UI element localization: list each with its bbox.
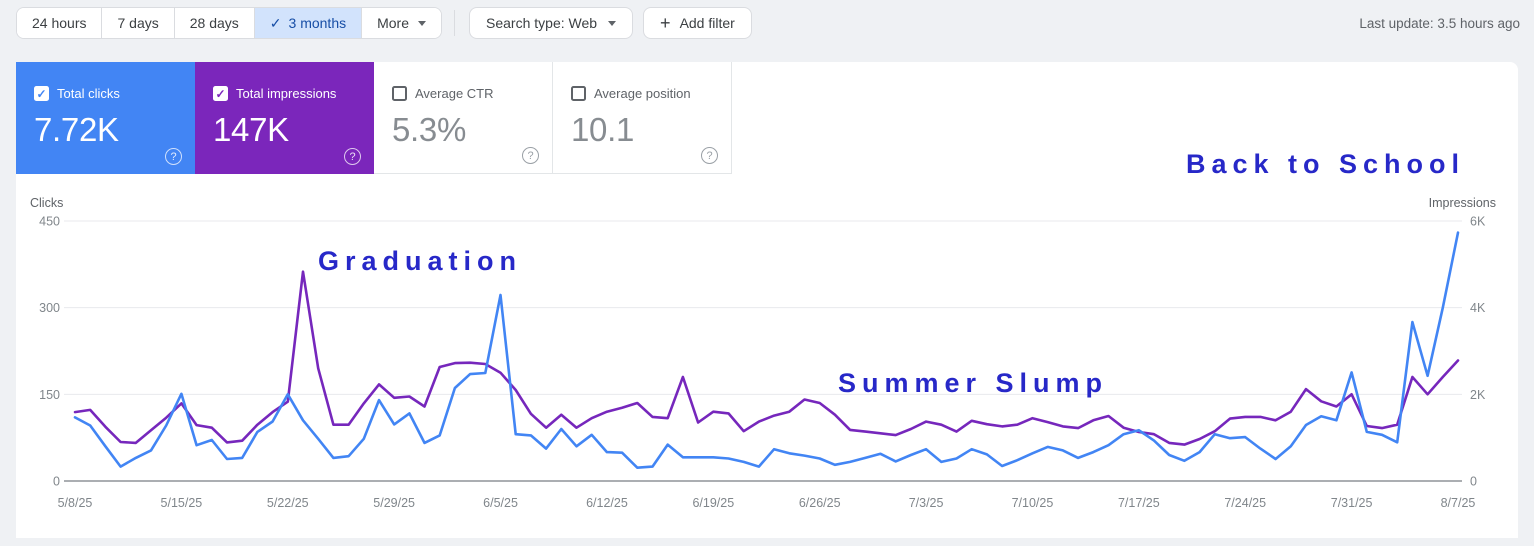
svg-text:300: 300 (39, 301, 60, 315)
svg-text:6/26/25: 6/26/25 (799, 496, 841, 510)
svg-text:7/31/25: 7/31/25 (1331, 496, 1373, 510)
svg-text:7/24/25: 7/24/25 (1224, 496, 1266, 510)
svg-text:4K: 4K (1470, 301, 1486, 315)
svg-text:Clicks: Clicks (30, 196, 63, 210)
svg-text:5/15/25: 5/15/25 (161, 496, 203, 510)
svg-text:6/19/25: 6/19/25 (692, 496, 734, 510)
svg-text:0: 0 (53, 475, 60, 489)
svg-text:6/12/25: 6/12/25 (586, 496, 628, 510)
svg-text:5/29/25: 5/29/25 (373, 496, 415, 510)
svg-text:5/22/25: 5/22/25 (267, 496, 309, 510)
annotation-summer-slump: Summer Slump (838, 368, 1109, 398)
svg-text:5/8/25: 5/8/25 (58, 496, 93, 510)
svg-text:8/7/25: 8/7/25 (1441, 496, 1476, 510)
svg-text:Impressions: Impressions (1429, 196, 1496, 210)
svg-text:7/17/25: 7/17/25 (1118, 496, 1160, 510)
performance-chart[interactable]: Clicks Impressions 450 300 150 0 6K 4K 2K 0 5/8/25… (0, 0, 1534, 546)
svg-text:150: 150 (39, 388, 60, 402)
annotation-graduation: Graduation (318, 246, 523, 276)
svg-text:6K: 6K (1470, 215, 1486, 229)
svg-text:0: 0 (1470, 475, 1477, 489)
svg-text:450: 450 (39, 215, 60, 229)
svg-text:7/3/25: 7/3/25 (909, 496, 944, 510)
svg-text:2K: 2K (1470, 388, 1486, 402)
annotation-back-to-school: Back to School (1186, 149, 1466, 179)
svg-text:7/10/25: 7/10/25 (1012, 496, 1054, 510)
svg-text:6/5/25: 6/5/25 (483, 496, 518, 510)
